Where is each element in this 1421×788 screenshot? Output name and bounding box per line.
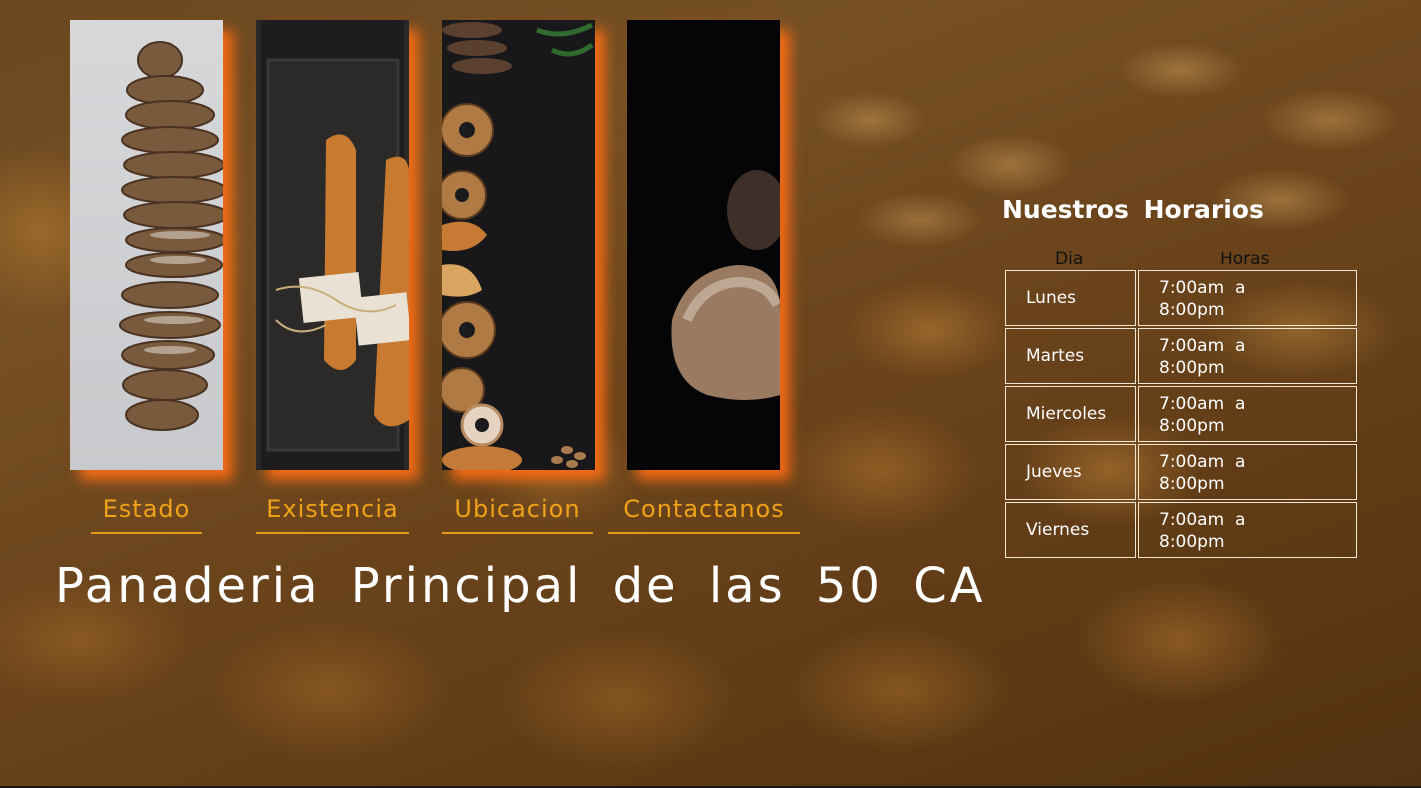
schedule-day: Lunes [1026, 288, 1077, 308]
baguettes-illustration [261, 20, 409, 470]
schedule-open: 7:00am a [1159, 394, 1246, 414]
schedule-open: 7:00am a [1159, 510, 1246, 530]
schedule-header-hours: Horas [1220, 249, 1270, 269]
schedule-header-day: Dia [1055, 249, 1084, 269]
card-contactanos-image[interactable] [627, 20, 780, 470]
bread-rolls-illustration [671, 170, 780, 400]
schedule-day: Viernes [1026, 520, 1090, 540]
schedule-hours-cell: 7:00am a 8:00pm [1138, 270, 1357, 326]
schedule-close: 8:00pm [1159, 300, 1225, 320]
schedule-day-cell: Viernes [1005, 502, 1136, 558]
schedule-day-cell: Lunes [1005, 270, 1136, 326]
nav-link-estado[interactable]: Estado [91, 494, 202, 534]
nav-link-existencia[interactable]: Existencia [256, 494, 409, 534]
schedule-day: Miercoles [1026, 404, 1107, 424]
schedule-day: Jueves [1026, 462, 1082, 482]
schedule-open: 7:00am a [1159, 452, 1246, 472]
nav-link-contactanos[interactable]: Contactanos [608, 494, 800, 534]
schedule-hours-cell: 7:00am a 8:00pm [1138, 328, 1357, 384]
schedule-close: 8:00pm [1159, 358, 1225, 378]
card-ubicacion-image[interactable] [442, 20, 595, 470]
schedule-day-cell: Jueves [1005, 444, 1136, 500]
schedule-open: 7:00am a [1159, 278, 1246, 298]
page-title: Panaderia Principal de las 50 CA [55, 558, 986, 614]
card-existencia-image[interactable] [256, 20, 409, 470]
schedule-close: 8:00pm [1159, 416, 1225, 436]
nav-link-ubicacion[interactable]: Ubicacion [442, 494, 593, 534]
sliced-bread-illustration [119, 41, 223, 431]
schedule-hours-cell: 7:00am a 8:00pm [1138, 386, 1357, 442]
schedule-day-cell: Martes [1005, 328, 1136, 384]
schedule-day-cell: Miercoles [1005, 386, 1136, 442]
schedule-open: 7:00am a [1159, 336, 1246, 356]
pastries-illustration [442, 22, 594, 470]
schedule-day: Martes [1026, 346, 1085, 366]
schedule-hours-cell: 7:00am a 8:00pm [1138, 444, 1357, 500]
schedule-hours-cell: 7:00am a 8:00pm [1138, 502, 1357, 558]
schedule-close: 8:00pm [1159, 474, 1225, 494]
card-estado-image[interactable] [70, 20, 223, 470]
schedule-close: 8:00pm [1159, 532, 1225, 552]
schedule-title: Nuestros Horarios [1002, 195, 1264, 224]
